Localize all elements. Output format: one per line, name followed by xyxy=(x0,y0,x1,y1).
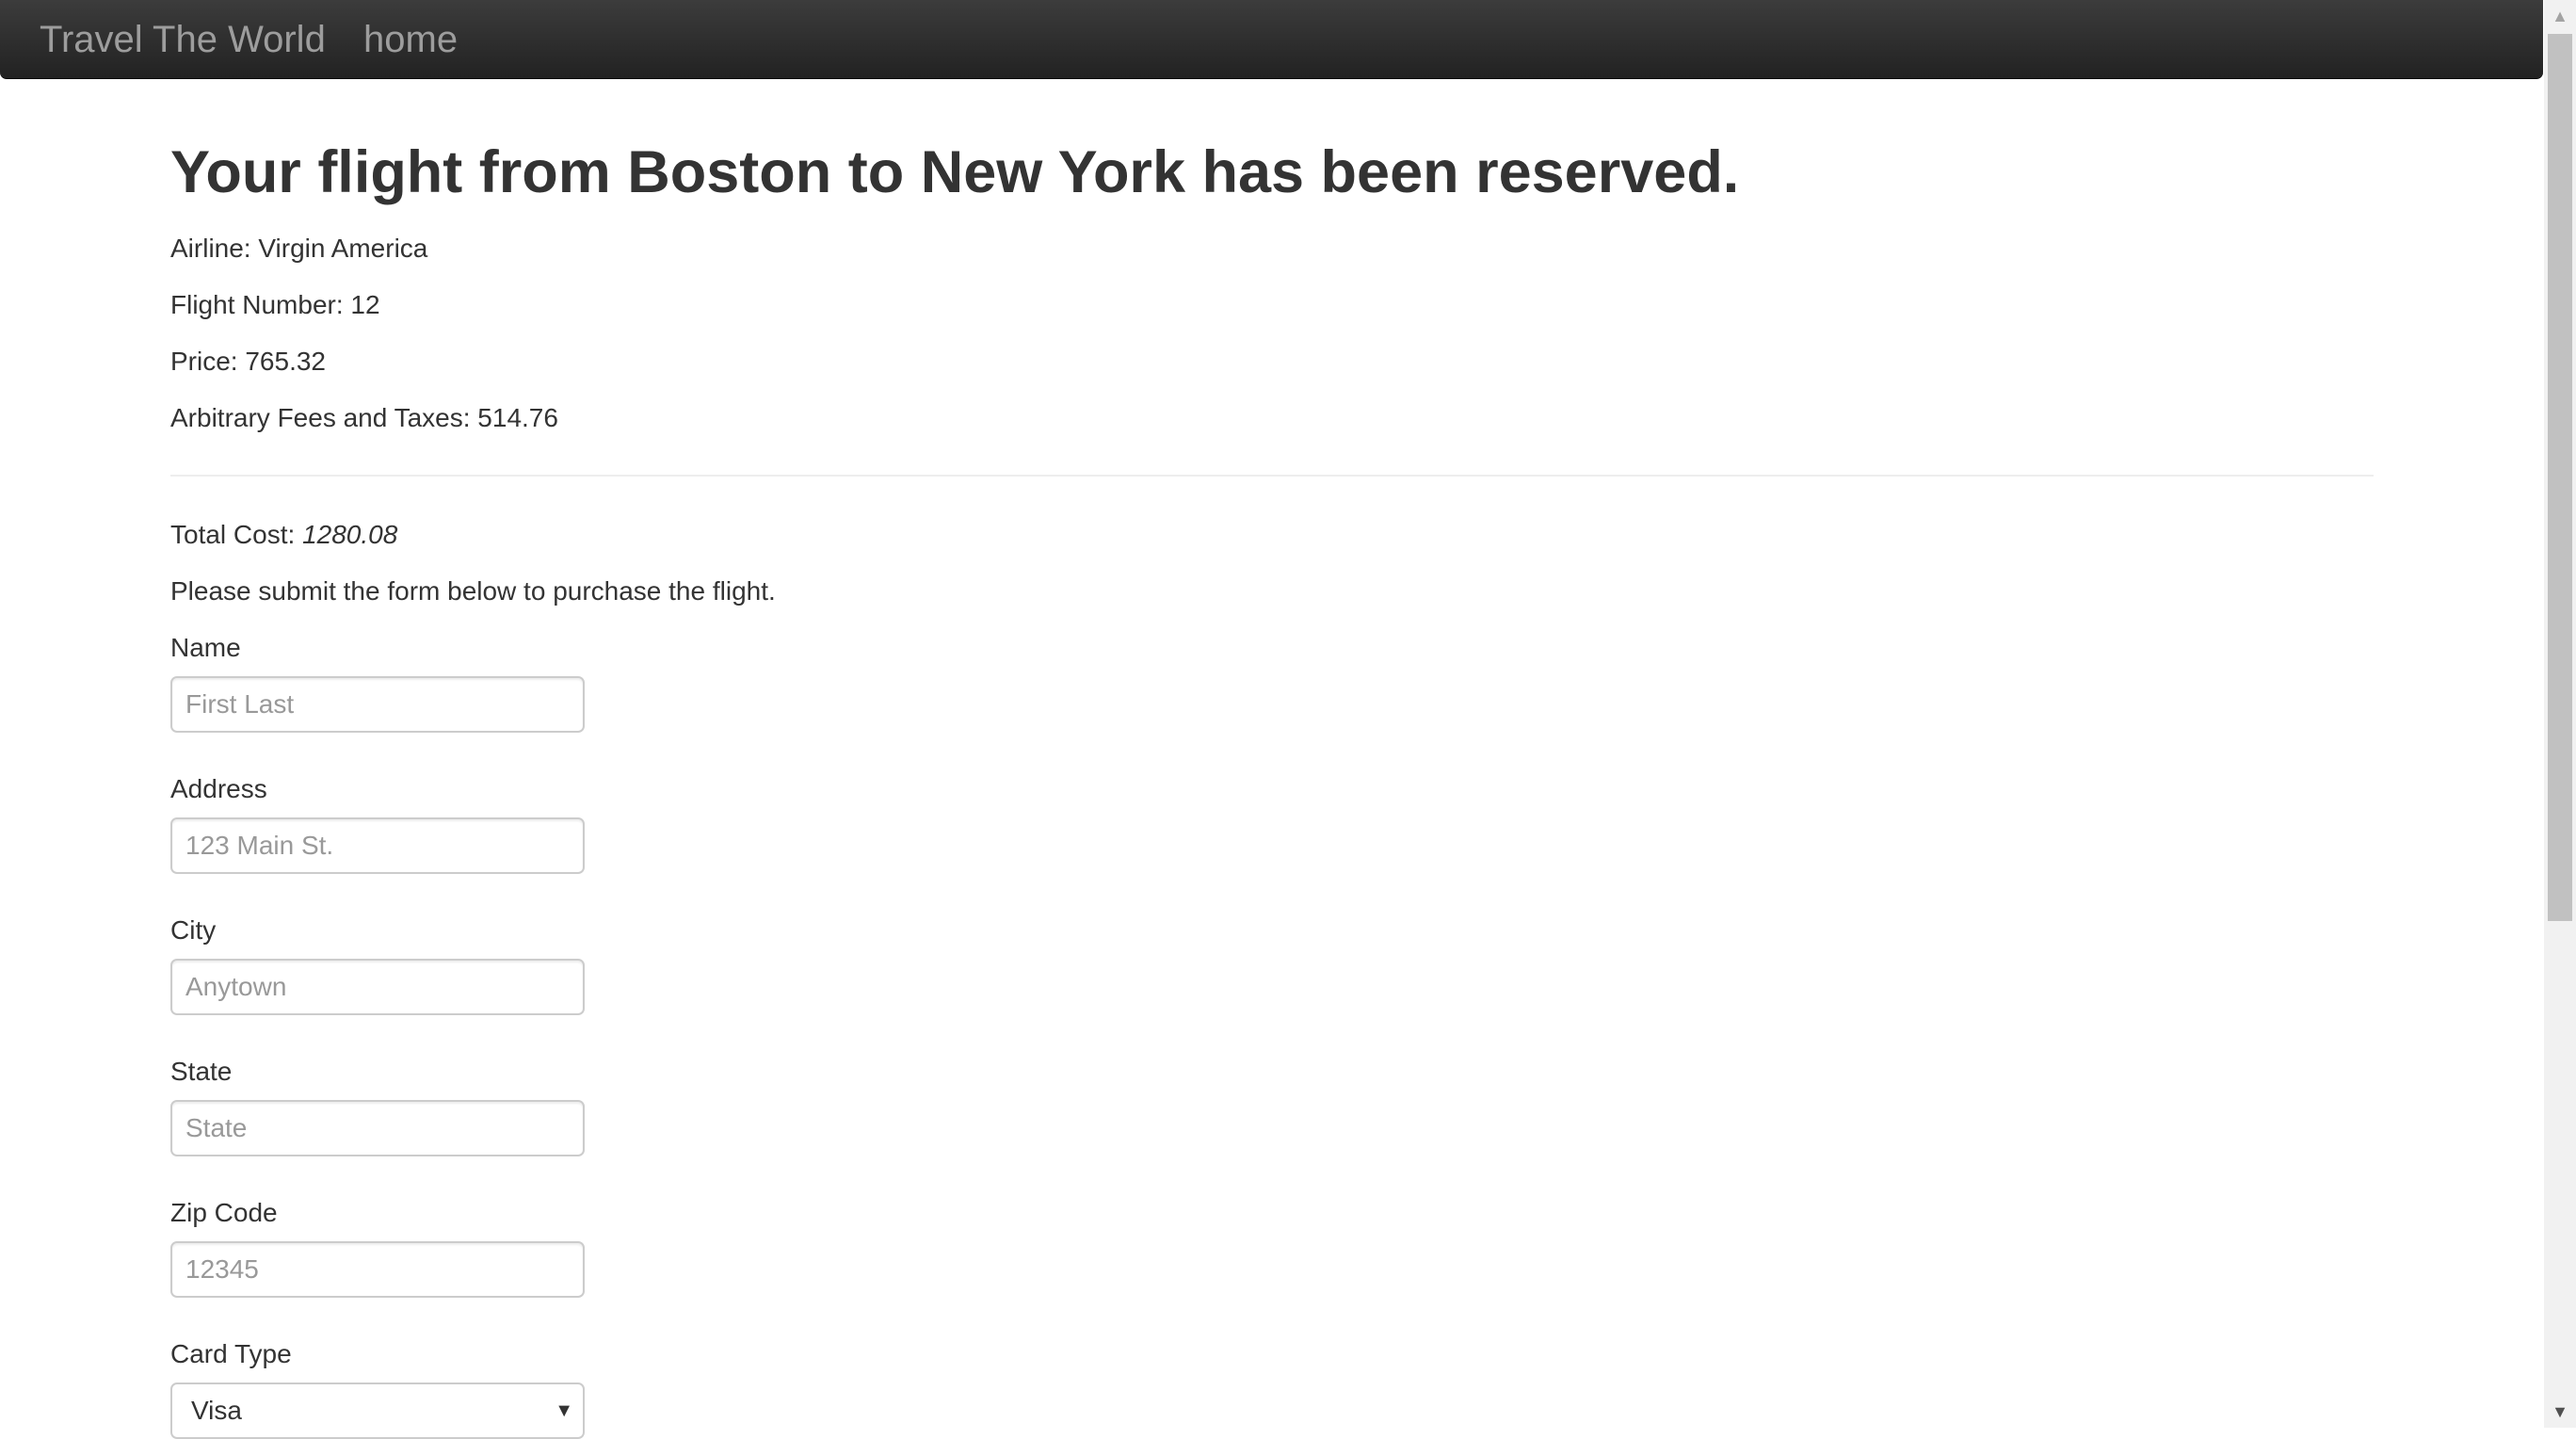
total-cost-value: 1280.08 xyxy=(302,520,398,549)
flight-number-text: Flight Number: 12 xyxy=(170,290,380,319)
state-input[interactable] xyxy=(170,1100,585,1156)
card-type-selected: Visa xyxy=(191,1396,242,1425)
scrollbar-thumb[interactable] xyxy=(2548,34,2572,921)
name-label: Name xyxy=(170,633,241,662)
state-label: State xyxy=(170,1057,233,1086)
instructions-text: Please submit the form below to purchase… xyxy=(170,576,776,606)
card-type-select[interactable]: Visa ▼ xyxy=(170,1382,585,1439)
navbar: Travel The World home xyxy=(0,0,2543,79)
name-input[interactable] xyxy=(170,676,585,733)
total-cost-label: Total Cost: xyxy=(170,520,303,549)
fees-text: Arbitrary Fees and Taxes: 514.76 xyxy=(170,403,558,432)
zip-label: Zip Code xyxy=(170,1198,278,1227)
address-input[interactable] xyxy=(170,817,585,874)
page-title: Your flight from Boston to New York has … xyxy=(170,139,1740,205)
city-input[interactable] xyxy=(170,959,585,1015)
home-link[interactable]: home xyxy=(363,17,458,62)
arrow-up-icon[interactable]: ▲ xyxy=(2544,0,2576,32)
city-label: City xyxy=(170,915,217,945)
brand-link[interactable]: Travel The World xyxy=(40,17,326,62)
price-text: Price: 765.32 xyxy=(170,347,326,376)
address-label: Address xyxy=(170,774,267,803)
divider xyxy=(170,475,2374,477)
arrow-down-icon[interactable]: ▼ xyxy=(2544,1396,2576,1428)
total-cost: Total Cost: 1280.08 xyxy=(170,518,397,552)
vertical-scrollbar[interactable]: ▲ ▼ xyxy=(2544,0,2576,1428)
chevron-down-icon: ▼ xyxy=(555,1400,573,1421)
card-type-label: Card Type xyxy=(170,1339,292,1368)
zip-input[interactable] xyxy=(170,1241,585,1298)
airline-text: Airline: Virgin America xyxy=(170,234,428,263)
